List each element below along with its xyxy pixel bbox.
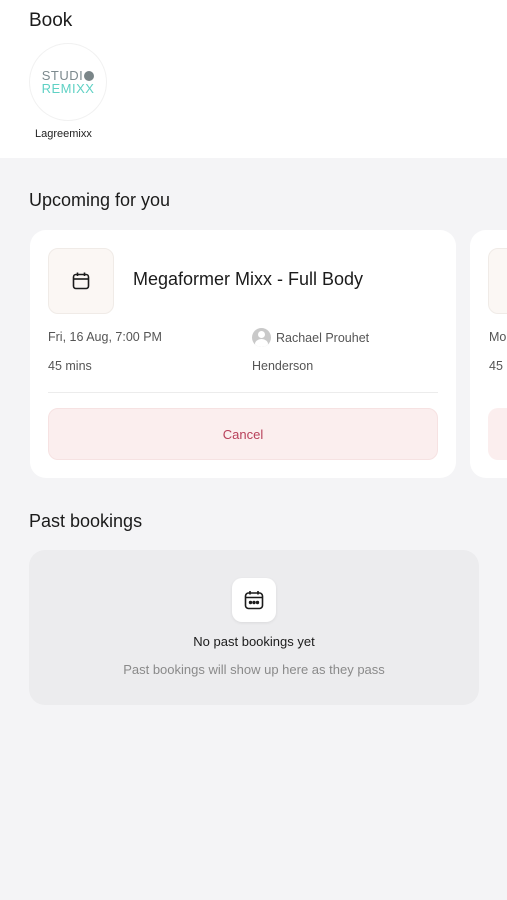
upcoming-booking-card[interactable]: Megaformer Mixx - Full Body Fri, 16 Aug,… (30, 230, 456, 478)
logo-dot-icon (84, 70, 95, 81)
calendar-icon-box (48, 248, 114, 314)
empty-state-title: No past bookings yet (193, 634, 315, 649)
instructor-name: Rachael Prouhet (276, 330, 370, 345)
class-datetime: Fri, 16 Aug, 7:00 PM (48, 330, 162, 344)
calendar-dots-icon (244, 591, 264, 610)
instructor: Rachael Prouhet (252, 328, 369, 347)
studio-name: Lagreemixx (35, 128, 92, 140)
calendar-icon (72, 272, 90, 290)
class-title: Megaformer Mixx - Full Body (133, 269, 364, 289)
peek-cancel-button[interactable] (488, 408, 507, 460)
past-bookings-empty-state: No past bookings yet Past bookings will … (29, 550, 479, 705)
next-booking-card-peek[interactable]: Mo 45 (470, 230, 507, 478)
upcoming-section-title: Upcoming for you (29, 190, 171, 210)
empty-state-subtitle: Past bookings will show up here as they … (123, 662, 385, 677)
card-divider (48, 392, 438, 393)
peek-datetime: Mo (489, 330, 507, 344)
logo-text-line2: REMIXX (41, 81, 95, 96)
header-section: Book STUDI REMIXX Lagreemixx (0, 0, 507, 158)
page-title: Book (29, 10, 73, 31)
avatar-icon (252, 328, 271, 347)
past-section-title: Past bookings (29, 511, 143, 531)
calendar-icon-box-peek (488, 248, 507, 314)
cancel-button[interactable]: Cancel (48, 408, 438, 460)
class-duration: 45 mins (48, 359, 92, 373)
class-location: Henderson (252, 359, 314, 373)
peek-duration: 45 (489, 359, 503, 373)
studio-logo-button[interactable]: STUDI REMIXX (30, 44, 106, 120)
calendar-icon-box (232, 578, 276, 622)
